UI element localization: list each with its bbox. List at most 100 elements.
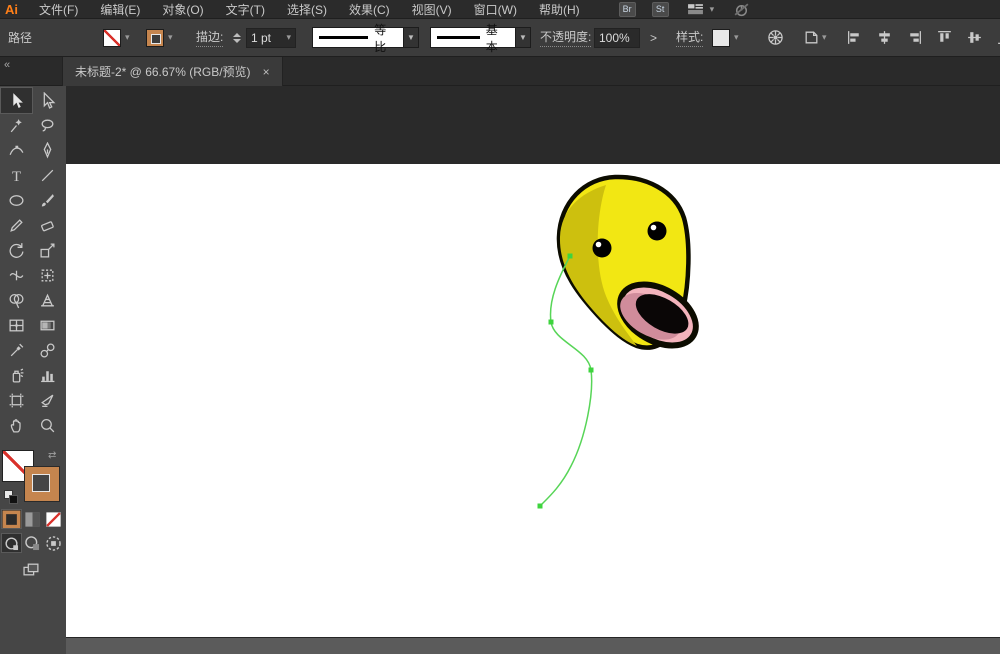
menu-item-2[interactable]: 对象(O): [151, 1, 214, 18]
menu-item-5[interactable]: 效果(C): [338, 1, 401, 18]
stock-button[interactable]: St: [652, 2, 669, 17]
chevron-down-icon[interactable]: ▼: [404, 27, 419, 48]
opacity-value-field[interactable]: 100%: [594, 19, 640, 56]
align-buttons: [843, 19, 1000, 56]
panel-collapse-button[interactable]: «: [4, 59, 10, 71]
brush-definition-select[interactable]: 基本 ▼: [430, 19, 531, 56]
chevron-down-icon[interactable]: ▾: [168, 32, 173, 43]
screen-mode-button[interactable]: [16, 558, 46, 580]
menu-item-8[interactable]: 帮助(H): [528, 1, 591, 18]
transform-options-button[interactable]: ▾: [800, 19, 827, 56]
width-tool[interactable]: [1, 263, 32, 288]
menu-item-3[interactable]: 文字(T): [215, 1, 276, 18]
selection-tool[interactable]: [1, 88, 32, 113]
graphic-style-swatch[interactable]: ▾: [712, 19, 739, 56]
document-tab[interactable]: 未标题-2* @ 66.67% (RGB/预览) ×: [62, 57, 283, 86]
sync-disabled-icon[interactable]: [730, 0, 752, 20]
shape-builder-tool[interactable]: [1, 288, 32, 313]
illustrator-window: Ai 文件(F)编辑(E)对象(O)文字(T)选择(S)效果(C)视图(V)窗口…: [0, 0, 1000, 654]
align-center-horizontal-button[interactable]: [873, 27, 895, 49]
brush-preview: [437, 36, 480, 39]
menu-items: 文件(F)编辑(E)对象(O)文字(T)选择(S)效果(C)视图(V)窗口(W)…: [28, 1, 591, 18]
recolor-artwork-button[interactable]: [764, 19, 786, 56]
curvature-tool[interactable]: [1, 138, 32, 163]
eraser-tool[interactable]: [32, 213, 63, 238]
transform-icon: [800, 27, 822, 49]
control-bar: 路径 ▾ ▾ 描边: 1 pt ▾ 等比 ▼: [0, 18, 1000, 57]
scale-tool[interactable]: [32, 238, 63, 263]
fill-swatch-none[interactable]: [103, 29, 121, 47]
color-button[interactable]: [2, 510, 21, 528]
bridge-button[interactable]: Br: [619, 2, 636, 17]
artboard[interactable]: [66, 164, 1000, 637]
chevron-down-icon[interactable]: ▾: [734, 32, 739, 43]
draw-inside-button[interactable]: [44, 534, 63, 552]
tab-bar: « 未标题-2* @ 66.67% (RGB/预览) ×: [0, 57, 1000, 86]
symbol-sprayer-tool[interactable]: [1, 363, 32, 388]
stroke-swatch[interactable]: [146, 29, 164, 47]
menu-bar-right: Br St ▾: [619, 0, 753, 20]
swap-fill-stroke-icon[interactable]: ⇄: [48, 450, 56, 461]
menu-item-1[interactable]: 编辑(E): [89, 1, 151, 18]
workspace-switcher[interactable]: ▾: [685, 0, 715, 20]
none-button[interactable]: [44, 510, 63, 528]
artboard-tool[interactable]: [1, 388, 32, 413]
ellipse-tool[interactable]: [1, 188, 32, 213]
perspective-grid-tool[interactable]: [32, 288, 63, 313]
paintbrush-tool[interactable]: [32, 188, 63, 213]
stroke-weight-select[interactable]: 1 pt ▾: [246, 19, 296, 56]
opacity-overflow-chevron[interactable]: >: [650, 19, 657, 56]
blend-tool[interactable]: [32, 338, 63, 363]
canvas-area: [66, 86, 1000, 654]
workspace-icon: [685, 0, 707, 20]
chevron-down-icon: ▾: [710, 4, 715, 15]
width-profile-select[interactable]: 等比 ▼: [312, 19, 419, 56]
color-wheel-icon: [764, 27, 786, 49]
magic-wand-tool[interactable]: [1, 113, 32, 138]
menu-item-4[interactable]: 选择(S): [276, 1, 338, 18]
type-tool[interactable]: T: [1, 163, 32, 188]
tool-grid: T: [1, 88, 65, 438]
free-transform-tool[interactable]: [32, 263, 63, 288]
app-logo: Ai: [0, 2, 28, 17]
menu-item-7[interactable]: 窗口(W): [463, 1, 528, 18]
gradient-button[interactable]: [23, 510, 42, 528]
stroke-color-control[interactable]: ▾: [146, 19, 173, 56]
line-segment-tool[interactable]: [32, 163, 63, 188]
rotate-tool[interactable]: [1, 238, 32, 263]
align-right-button[interactable]: [903, 27, 925, 49]
gradient-tool[interactable]: [32, 313, 63, 338]
horizontal-scrollbar[interactable]: [66, 637, 1000, 654]
default-fill-stroke-icon[interactable]: [4, 490, 18, 504]
draw-behind-button[interactable]: [23, 534, 42, 552]
mesh-tool[interactable]: [1, 313, 32, 338]
stroke-weight-stepper[interactable]: [230, 19, 244, 56]
align-left-button[interactable]: [843, 27, 865, 49]
style-panel-link[interactable]: 样式:: [676, 19, 703, 56]
menu-item-6[interactable]: 视图(V): [401, 1, 463, 18]
opacity-panel-link[interactable]: 不透明度:: [540, 19, 591, 56]
menu-item-0[interactable]: 文件(F): [28, 1, 89, 18]
tools-panel: T ⇄: [0, 86, 66, 654]
stroke-panel-link[interactable]: 描边:: [196, 19, 223, 56]
chevron-down-icon: ▾: [822, 32, 827, 43]
fill-color-control[interactable]: ▾: [103, 19, 130, 56]
draw-normal-button[interactable]: [2, 534, 21, 552]
align-bottom-button[interactable]: [993, 27, 1000, 49]
zoom-tool[interactable]: [32, 413, 63, 438]
chevron-down-icon[interactable]: ▾: [125, 32, 130, 43]
slice-tool[interactable]: [32, 388, 63, 413]
stroke-proxy[interactable]: [24, 466, 60, 502]
pen-tool[interactable]: [32, 138, 63, 163]
eyedropper-tool[interactable]: [1, 338, 32, 363]
align-top-button[interactable]: [933, 27, 955, 49]
close-icon[interactable]: ×: [263, 65, 270, 79]
lasso-tool[interactable]: [32, 113, 63, 138]
hand-tool[interactable]: [1, 413, 32, 438]
pasteboard[interactable]: [66, 86, 1000, 164]
direct-selection-tool[interactable]: [32, 88, 63, 113]
column-graph-tool[interactable]: [32, 363, 63, 388]
pencil-tool[interactable]: [1, 213, 32, 238]
chevron-down-icon[interactable]: ▼: [516, 27, 531, 48]
align-middle-vertical-button[interactable]: [963, 27, 985, 49]
